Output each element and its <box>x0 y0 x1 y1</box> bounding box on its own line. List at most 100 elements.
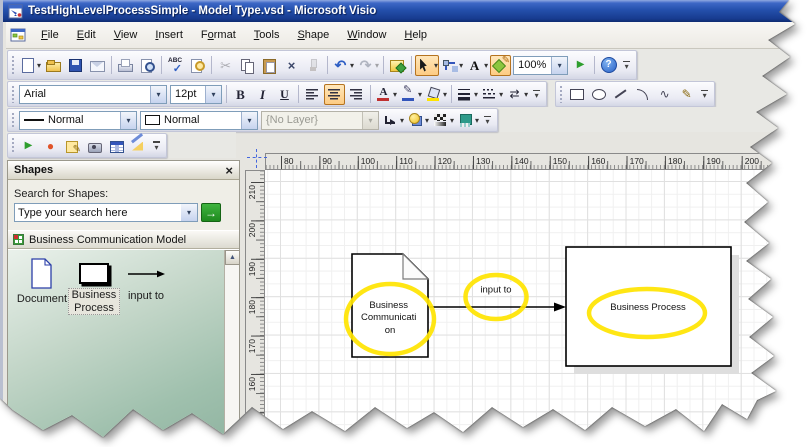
toolbar-drag-handle[interactable] <box>11 112 15 128</box>
line-ends-button[interactable]: ⇄ ▾ <box>505 84 529 105</box>
search-go-button[interactable]: → <box>201 203 221 222</box>
toolbar-drag-handle[interactable] <box>559 85 564 103</box>
ellipse-tool-button[interactable] <box>588 84 609 105</box>
chevron-down-icon[interactable]: ▾ <box>524 90 528 99</box>
menu-shape[interactable]: Shape <box>288 25 338 45</box>
chevron-down-icon[interactable]: ▾ <box>484 61 488 70</box>
horizontal-ruler[interactable]: 80 90 100 110 120 130 140 150 160 170 180 190 200 <box>265 153 795 170</box>
redo-button[interactable]: ↷ ▾ <box>356 55 380 76</box>
shapes-window-button[interactable] <box>387 55 408 76</box>
copy-button[interactable] <box>237 55 258 76</box>
spelling-button[interactable] <box>165 55 186 76</box>
chevron-down-icon[interactable]: ▾ <box>434 61 438 70</box>
chevron-down-icon[interactable]: ▾ <box>375 61 379 70</box>
chevron-down-icon[interactable]: ▾ <box>120 111 136 129</box>
chevron-down-icon[interactable]: ▾ <box>37 61 41 70</box>
freeform-tool-button[interactable]: ∿ <box>654 84 675 105</box>
standard-toolbar-options[interactable]: ▾ <box>620 55 633 75</box>
delete-button[interactable]: × <box>281 55 302 76</box>
chevron-down-icon[interactable]: ▾ <box>459 61 463 70</box>
stencil-scrollbar[interactable]: ▲ <box>224 250 240 437</box>
run-button[interactable]: ▶ <box>18 135 39 156</box>
close-icon[interactable]: × <box>225 163 233 178</box>
drawing-canvas[interactable]: Business Process input to Business Commu… <box>265 170 795 437</box>
formatting-toolbar-options[interactable]: ▾ <box>530 84 543 104</box>
datasheet-button[interactable] <box>106 135 127 156</box>
chevron-down-icon[interactable]: ▾ <box>393 90 397 99</box>
underline-button[interactable]: U <box>274 84 295 105</box>
menu-format[interactable]: Format <box>192 25 245 45</box>
toolbar-drag-handle[interactable] <box>11 85 15 103</box>
shape-search-input[interactable] <box>14 203 182 222</box>
chevron-down-icon[interactable]: ▾ <box>425 116 429 125</box>
line-color-button[interactable]: ▾ <box>399 84 423 105</box>
text-color-button[interactable]: A ▾ <box>374 84 398 105</box>
layer-combo[interactable]: {No Layer} ▾ <box>261 110 379 130</box>
toolbar-drag-handle[interactable] <box>11 137 15 154</box>
format-painter-button[interactable] <box>303 55 324 76</box>
mail-button[interactable] <box>87 55 108 76</box>
pattern-button[interactable]: ▾ <box>431 110 455 131</box>
print-button[interactable] <box>115 55 136 76</box>
title-bar[interactable]: TestHighLevelProcessSimple - Model Type.… <box>3 0 795 22</box>
chevron-down-icon[interactable]: ▾ <box>475 116 479 125</box>
line-pattern-button[interactable]: ▾ <box>480 84 504 105</box>
menu-window[interactable]: Window <box>338 25 395 45</box>
pointer-tool-button[interactable]: ▾ <box>415 54 440 76</box>
menu-insert[interactable]: Insert <box>146 25 192 45</box>
record-button[interactable]: ● <box>40 135 61 156</box>
font-name-combo[interactable]: Arial ▾ <box>19 84 167 104</box>
master-input-to[interactable]: input to <box>120 258 172 303</box>
search-dropdown-button[interactable]: ▾ <box>181 203 198 222</box>
chevron-down-icon[interactable]: ▾ <box>362 111 378 129</box>
fill-color-button[interactable]: ▾ <box>424 84 448 105</box>
align-center-button[interactable] <box>324 83 345 105</box>
master-business-process[interactable]: Business Process <box>68 258 120 316</box>
line-jump-style-button[interactable]: ▾ <box>381 110 405 131</box>
scroll-up-icon[interactable]: ▲ <box>225 250 240 265</box>
fill-style-combo[interactable]: Normal ▾ <box>140 110 258 130</box>
chevron-down-icon[interactable]: ▾ <box>551 56 568 74</box>
line-style-combo[interactable]: Normal ▾ <box>19 110 137 130</box>
master-document[interactable]: Document <box>16 258 68 306</box>
shape-order-button[interactable]: ▾ <box>406 110 430 131</box>
print-preview-button[interactable] <box>137 55 158 76</box>
line-tool-button[interactable] <box>610 84 631 105</box>
zoom-level-combo[interactable]: 100% ▾ <box>513 55 569 75</box>
chevron-down-icon[interactable]: ▾ <box>241 111 257 129</box>
camera-button[interactable] <box>84 135 105 156</box>
help-button[interactable] <box>598 55 619 76</box>
undo-button[interactable]: ↶ ▾ <box>331 55 355 76</box>
text-tool-button[interactable]: A ▾ <box>465 55 489 76</box>
chevron-down-icon[interactable]: ▾ <box>499 90 503 99</box>
find-button[interactable] <box>187 55 208 76</box>
chevron-down-icon[interactable]: ▾ <box>418 90 422 99</box>
toolbar-drag-handle[interactable] <box>11 54 15 76</box>
chevron-down-icon[interactable]: ▾ <box>400 116 404 125</box>
align-left-button[interactable] <box>302 84 323 105</box>
chevron-down-icon[interactable]: ▾ <box>443 90 447 99</box>
note-button[interactable] <box>62 135 83 156</box>
paste-button[interactable] <box>259 55 280 76</box>
chevron-down-icon[interactable]: ▾ <box>350 61 354 70</box>
cut-button[interactable]: ✂ <box>215 55 236 76</box>
drawing-toolbar-options[interactable]: ▾ <box>698 84 711 104</box>
menu-view[interactable]: View <box>105 25 147 45</box>
connector-tool-button[interactable]: ▾ <box>440 55 464 76</box>
align-right-button[interactable] <box>346 84 367 105</box>
play-button[interactable]: ▶ <box>570 55 591 76</box>
open-button[interactable] <box>43 55 64 76</box>
menu-file[interactable]: File <box>32 25 68 45</box>
bold-button[interactable]: B <box>230 84 251 105</box>
chevron-down-icon[interactable]: ▾ <box>450 116 454 125</box>
arc-tool-button[interactable] <box>632 84 653 105</box>
shapes-panel-header[interactable]: Shapes × <box>8 161 239 180</box>
actions-toolbar-options[interactable]: ▾ <box>150 136 163 156</box>
line-weight-button[interactable]: ▾ <box>455 84 479 105</box>
new-document-button[interactable]: ▾ <box>18 55 42 76</box>
measure-button[interactable] <box>128 135 149 156</box>
chevron-down-icon[interactable]: ▾ <box>205 85 221 103</box>
italic-button[interactable]: I <box>252 84 273 105</box>
chevron-down-icon[interactable]: ▾ <box>474 90 478 99</box>
vertical-ruler[interactable]: 210 200 190 180 170 160 150 <box>245 170 265 437</box>
